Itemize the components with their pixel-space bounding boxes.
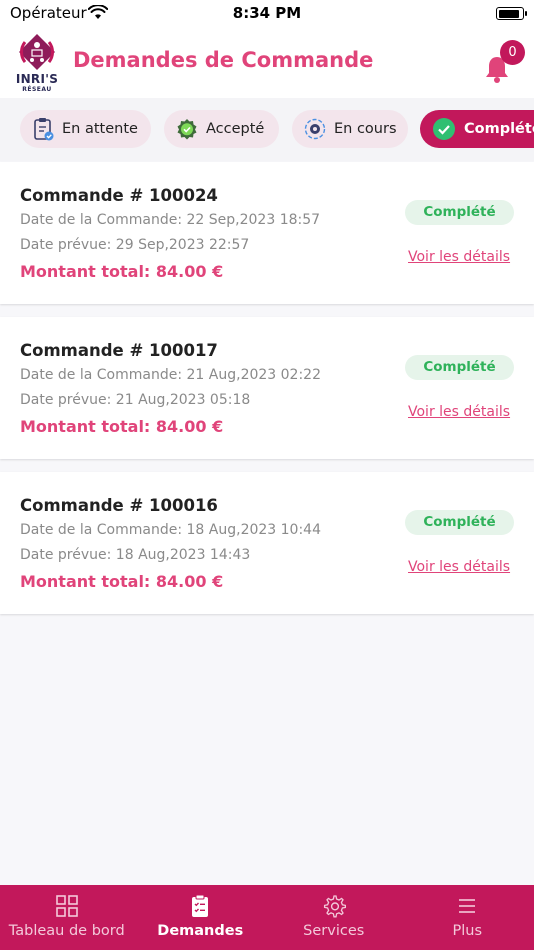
order-number: Commande # 100016 bbox=[20, 496, 218, 515]
order-number: Commande # 100024 bbox=[20, 186, 218, 205]
filter-chip-label: Complété bbox=[464, 121, 534, 137]
status-badge: Complété bbox=[405, 355, 514, 380]
order-total: Montant total: 84.00 € bbox=[20, 417, 224, 436]
approved-badge-icon bbox=[177, 119, 197, 140]
status-badge: Complété bbox=[405, 510, 514, 535]
status-time: 8:34 PM bbox=[232, 4, 302, 22]
nav-label: Demandes bbox=[157, 923, 244, 939]
battery-icon bbox=[496, 7, 527, 20]
view-details-link[interactable]: Voir les détails bbox=[408, 404, 510, 420]
clipboard-check-icon bbox=[34, 118, 54, 141]
status-badge: Complété bbox=[405, 200, 514, 225]
battery-level bbox=[498, 9, 520, 18]
logo-emblem-icon bbox=[19, 34, 55, 70]
order-card[interactable]: Commande # 100017 Date de la Commande: 2… bbox=[0, 317, 534, 459]
app-header: INRI'S RÉSEAU Demandes de Commande 0 bbox=[0, 30, 534, 98]
status-bar: Opérateur 8:34 PM bbox=[0, 0, 534, 30]
status-filter-bar: En attente Accepté En cours Complété bbox=[0, 98, 534, 161]
logo-subtext: RÉSEAU bbox=[22, 86, 52, 93]
brand-logo: INRI'S RÉSEAU bbox=[12, 32, 62, 94]
order-expected-date: Date prévue: 18 Aug,2023 14:43 bbox=[20, 547, 251, 563]
order-date: Date de la Commande: 18 Aug,2023 10:44 bbox=[20, 522, 321, 538]
view-details-link[interactable]: Voir les détails bbox=[408, 249, 510, 265]
filter-chip-label: En cours bbox=[334, 121, 397, 137]
logo-text: INRI'S bbox=[15, 72, 59, 86]
filter-chip-label: Accepté bbox=[206, 121, 265, 137]
order-total: Montant total: 84.00 € bbox=[20, 572, 224, 591]
filter-chip-accepted[interactable]: Accepté bbox=[164, 110, 279, 148]
order-date: Date de la Commande: 22 Sep,2023 18:57 bbox=[20, 212, 321, 228]
filter-chip-pending[interactable]: En attente bbox=[20, 110, 151, 148]
nav-label: Tableau de bord bbox=[8, 923, 125, 939]
nav-label: Services bbox=[303, 923, 365, 939]
nav-item-dashboard[interactable]: Tableau de bord bbox=[0, 885, 134, 950]
bottom-navigation: Tableau de bord Demandes Services Plus bbox=[0, 885, 534, 950]
order-card[interactable]: Commande # 100016 Date de la Commande: 1… bbox=[0, 472, 534, 614]
filter-chip-in-progress[interactable]: En cours bbox=[292, 110, 408, 148]
filter-chip-label: En attente bbox=[62, 121, 138, 137]
order-date: Date de la Commande: 21 Aug,2023 02:22 bbox=[20, 367, 321, 383]
clipboard-list-icon bbox=[192, 894, 209, 917]
nav-label: Plus bbox=[452, 923, 483, 939]
order-number: Commande # 100017 bbox=[20, 341, 218, 360]
dashboard-grid-icon bbox=[55, 895, 78, 917]
check-circle-icon bbox=[433, 118, 455, 140]
order-total: Montant total: 84.00 € bbox=[20, 262, 224, 281]
filter-chip-completed[interactable]: Complété bbox=[420, 110, 534, 148]
order-expected-date: Date prévue: 21 Aug,2023 05:18 bbox=[20, 392, 251, 408]
gear-icon bbox=[323, 895, 346, 918]
view-details-link[interactable]: Voir les détails bbox=[408, 559, 510, 575]
order-card[interactable]: Commande # 100024 Date de la Commande: 2… bbox=[0, 162, 534, 304]
menu-icon bbox=[459, 899, 476, 913]
gear-progress-icon bbox=[304, 118, 326, 140]
order-expected-date: Date prévue: 29 Sep,2023 22:57 bbox=[20, 237, 250, 253]
nav-item-requests[interactable]: Demandes bbox=[134, 885, 268, 950]
notification-badge[interactable]: 0 bbox=[500, 40, 525, 65]
nav-item-services[interactable]: Services bbox=[267, 885, 401, 950]
page-title: Demandes de Commande bbox=[73, 48, 374, 72]
nav-item-more[interactable]: Plus bbox=[401, 885, 534, 950]
